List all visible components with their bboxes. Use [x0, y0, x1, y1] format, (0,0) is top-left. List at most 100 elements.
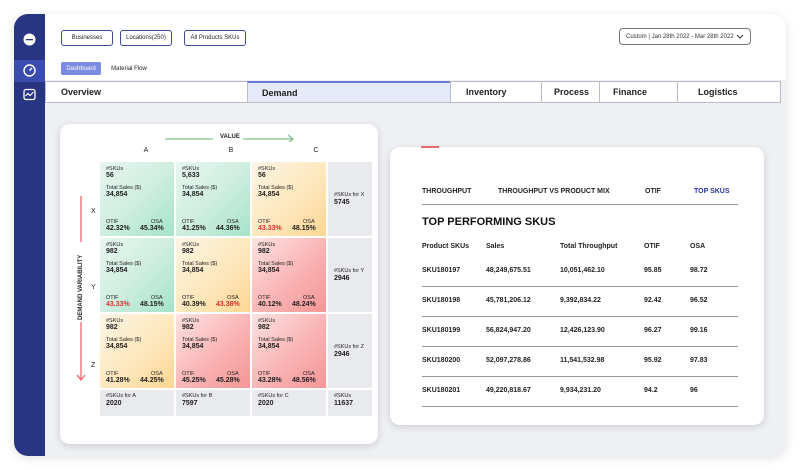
sales-value: 34,854: [106, 191, 128, 198]
osa-value: 45.34%: [140, 225, 164, 232]
tab-inventory[interactable]: Inventory: [450, 81, 542, 103]
table-cell: 94.2: [644, 387, 658, 394]
table-row[interactable]: SKU180201 49,220,818.67 9,934,231.20 94.2 96: [422, 377, 738, 407]
otif-value: 41.25%: [182, 225, 206, 232]
col-total-value: 2020: [106, 400, 122, 407]
table-row[interactable]: SKU180197 48,249,675.51 10,051,462.10 95.85…: [422, 257, 738, 287]
dashboard-icon[interactable]: [22, 63, 37, 78]
date-range-label: Custom | Jan 28th 2022 - Mar 28th 2022: [626, 33, 734, 40]
sales-value: 34,854: [182, 191, 204, 198]
table-cell: 96.52: [690, 297, 708, 304]
table-cell: 92.42: [644, 297, 662, 304]
matrix-cell[interactable]: #SKUs 5,633 Total Sales ($) 34,854 OTIF OSA 41…: [176, 162, 250, 236]
matrix-cell[interactable]: #SKUs 982 Total Sales ($) 34,854 OTIF OSA 41.2…: [100, 314, 174, 388]
card-accent: [421, 146, 439, 148]
matrix-cell[interactable]: #SKUs 982 Total Sales ($) 34,854 OTIF OSA 40.1…: [252, 238, 326, 312]
skus-value: 982: [258, 324, 270, 331]
table-cell: 9,934,231.20: [560, 387, 601, 394]
main-tabs: Overview Demand Inventory Process Financ…: [45, 81, 781, 103]
osa-value: 48.15%: [140, 301, 164, 308]
table-cell: 99.16: [690, 327, 708, 334]
table-cell: 95.92: [644, 357, 662, 364]
skus-value: 5,633: [182, 172, 200, 179]
otif-value: 43.33%: [258, 225, 282, 232]
table-cell: 12,426,123.90: [560, 327, 605, 334]
subtab-material-flow[interactable]: Material Flow: [105, 62, 153, 75]
skus-value: 982: [106, 324, 118, 331]
osa-value: 45.28%: [216, 377, 240, 384]
tab-top-skus[interactable]: TOP SKUS: [694, 188, 730, 195]
col-total-value: 7597: [182, 400, 198, 407]
tab-process[interactable]: Process: [541, 81, 600, 103]
skus-value: 56: [106, 172, 114, 179]
top-bar: Businesses Locations(250) All Products S…: [45, 14, 786, 80]
matrix-cell[interactable]: #SKUs 56 Total Sales ($) 34,854 OTIF OSA 43.33…: [252, 162, 326, 236]
osa-value: 48.15%: [292, 225, 316, 232]
top-skus-tabs: THROUGHPUT THROUGHPUT VS PRODUCT MIX OTI…: [422, 188, 737, 204]
tab-logistics[interactable]: Logistics: [677, 81, 781, 103]
skus-value: 982: [258, 248, 270, 255]
demand-matrix-card: VALUE A B C DEMAND VARIABILITY X Y Z #SK…: [60, 124, 378, 444]
subtab-dashboard[interactable]: Dashboard: [61, 62, 101, 75]
table-cell: SKU180197: [422, 267, 461, 274]
matrix-cell[interactable]: #SKUs 56 Total Sales ($) 34,854 OTIF OSA 42.32…: [100, 162, 174, 236]
table-cell: 52,097,278.86: [486, 357, 531, 364]
app-window: Businesses Locations(250) All Products S…: [14, 14, 786, 456]
otif-value: 40.12%: [258, 301, 282, 308]
otif-value: 40.39%: [182, 301, 206, 308]
col-total-cell: #SKUs for B 7597: [176, 390, 250, 416]
date-range-picker[interactable]: Custom | Jan 28th 2022 - Mar 28th 2022: [619, 28, 751, 45]
col-header-a: A: [143, 147, 149, 154]
matrix-cell[interactable]: #SKUs 982 Total Sales ($) 34,854 OTIF OSA 40.3…: [176, 238, 250, 312]
left-sidebar: [14, 14, 45, 456]
col-header-sku: Product SKUs: [422, 243, 470, 250]
top-skus-card: THROUGHPUT THROUGHPUT VS PRODUCT MIX OTI…: [390, 146, 764, 425]
matrix-cell[interactable]: #SKUs 982 Total Sales ($) 34,854 OTIF OSA 43.3…: [100, 238, 174, 312]
row-total-value: 5745: [334, 199, 350, 206]
tab-throughput[interactable]: THROUGHPUT: [422, 188, 471, 195]
table-cell: 98.72: [690, 267, 708, 274]
section-title: TOP PERFORMING SKUS: [422, 216, 556, 228]
table-cell: 56,824,947.20: [486, 327, 531, 334]
matrix-cell[interactable]: #SKUs 982 Total Sales ($) 34,854 OTIF OSA 45.2…: [176, 314, 250, 388]
row-total-cell: #SKUs for X 5745: [328, 162, 372, 236]
grand-total-label: #SKUs: [334, 393, 352, 399]
tab-overview[interactable]: Overview: [45, 81, 248, 103]
col-total-cell: #SKUs for A 2020: [100, 390, 174, 416]
row-total-label: #SKUs for Z: [334, 344, 364, 350]
col-header-otif: OTIF: [644, 243, 660, 250]
table-cell: 45,781,206.12: [486, 297, 531, 304]
tab-throughput-vs-mix[interactable]: THROUGHPUT VS PRODUCT MIX: [498, 188, 610, 195]
table-row[interactable]: SKU180199 56,824,947.20 12,426,123.90 96.27…: [422, 317, 738, 347]
businesses-filter[interactable]: Businesses: [61, 30, 113, 46]
table-cell: 95.85: [644, 267, 662, 274]
table-row[interactable]: SKU180200 52,097,278.86 11,541,532.98 95.92…: [422, 347, 738, 377]
grand-total-value: 11637: [334, 400, 354, 407]
osa-value: 48.56%: [292, 377, 316, 384]
tab-otif[interactable]: OTIF: [645, 188, 661, 195]
skus-value: 982: [106, 248, 118, 255]
otif-value: 41.28%: [106, 377, 130, 384]
col-total-cell: #SKUs for C 2020: [252, 390, 326, 416]
products-filter[interactable]: All Products SKUs: [184, 30, 246, 46]
table-cell: 96.27: [644, 327, 662, 334]
chevron-down-icon: [736, 34, 744, 39]
col-total-label: #SKUs for A: [106, 393, 136, 399]
locations-filter[interactable]: Locations(250): [120, 30, 172, 46]
row-total-cell: #SKUs for Y 2946: [328, 238, 372, 312]
osa-value: 48.24%: [292, 301, 316, 308]
skus-value: 982: [182, 248, 194, 255]
row-header-x: X: [91, 208, 96, 215]
col-header-sales: Sales: [486, 243, 505, 250]
otif-value: 43.28%: [258, 377, 282, 384]
logout-icon[interactable]: [22, 32, 37, 47]
sales-value: 34,854: [182, 343, 204, 350]
tab-demand[interactable]: Demand: [247, 81, 451, 103]
osa-value: 44.36%: [216, 225, 240, 232]
matrix-cell[interactable]: #SKUs 982 Total Sales ($) 34,854 OTIF OSA 43.2…: [252, 314, 326, 388]
table-cell: SKU180199: [422, 327, 461, 334]
tab-finance[interactable]: Finance: [599, 81, 678, 103]
chart-icon[interactable]: [22, 87, 37, 102]
col-total-value: 2020: [258, 400, 274, 407]
table-row[interactable]: SKU180198 45,781,206.12 9,392,834.22 92.42 9…: [422, 287, 738, 317]
